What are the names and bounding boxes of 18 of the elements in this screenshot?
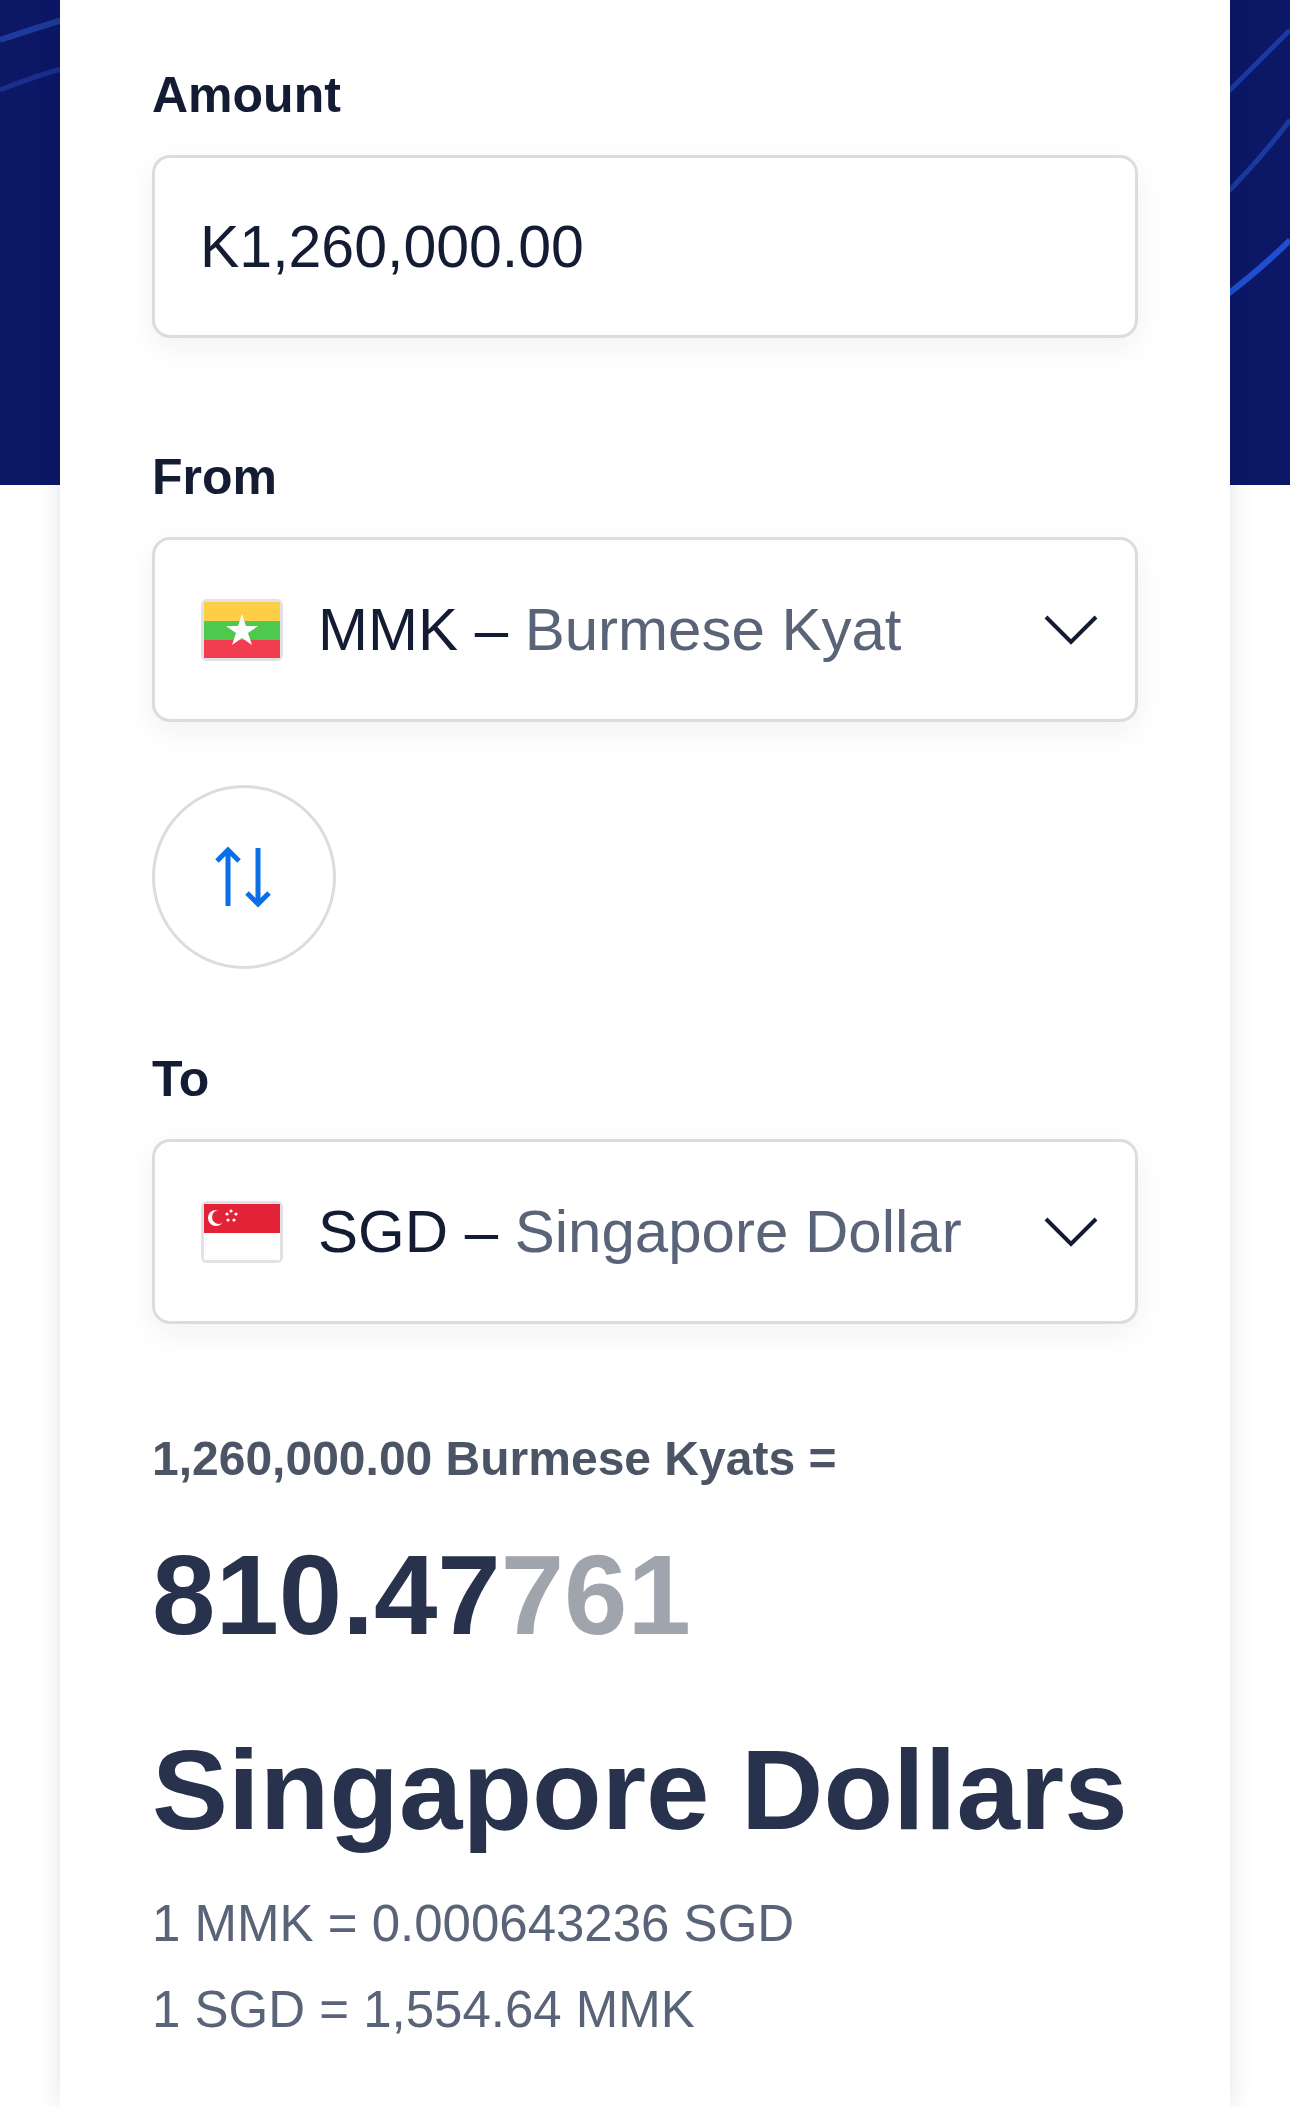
currency-dropdown[interactable]: MMK – Burmese Kyat [152,537,1138,722]
conversion-summary: 1,260,000.00 Burmese Kyats = [152,1432,838,1486]
field-label: From [152,449,278,505]
exchange-rate: 1 MMK = 0.000643236 SGD [152,1894,796,1954]
exchange-rate: 1 SGD = 1,554.64 MMK [152,1980,696,2040]
field-label: Amount [152,67,342,123]
swap-arrows-icon [214,846,274,908]
currency-dropdown[interactable]: SGD – Singapore Dollar [152,1139,1138,1324]
currency-name: SGD – Singapore Dollar [318,1196,963,1267]
currency-name: MMK – Burmese Kyat [318,594,903,665]
chevron-down-icon [1043,1215,1099,1248]
field-label: To [152,1051,211,1107]
currency-unit: Singapore Dollars [152,1725,1129,1855]
flag-icon [200,1199,284,1264]
amount-field[interactable]: K1,260,000.00 [152,155,1138,338]
converted-amount: 810.47761 [152,1530,692,1660]
chevron-down-icon [1043,613,1099,646]
flag-icon [200,597,284,662]
